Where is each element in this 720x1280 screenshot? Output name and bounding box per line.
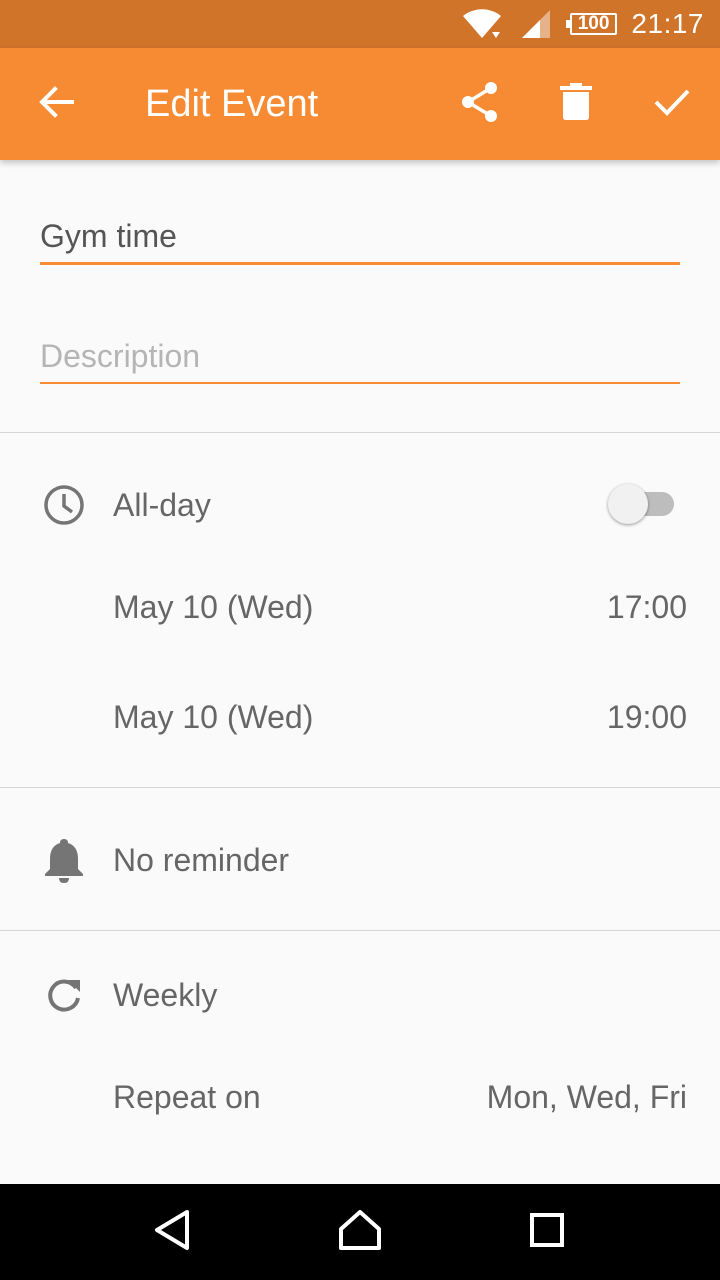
- app-bar: Edit Event: [0, 48, 720, 160]
- back-triangle-icon: [153, 1209, 193, 1256]
- delete-icon: [560, 82, 592, 126]
- back-arrow-icon: [38, 84, 74, 125]
- repeat-on-value[interactable]: Mon, Wed, Fri: [487, 1077, 687, 1117]
- end-time[interactable]: 19:00: [607, 697, 687, 737]
- nav-recents-button[interactable]: [511, 1196, 583, 1268]
- description-input[interactable]: Description: [40, 336, 680, 384]
- cell-signal-icon: [520, 8, 552, 40]
- page-title: Edit Event: [145, 83, 319, 125]
- clock-icon: [40, 481, 88, 529]
- divider: [0, 787, 720, 788]
- nav-home-button[interactable]: [324, 1196, 396, 1268]
- wifi-icon: [462, 8, 502, 40]
- delete-button[interactable]: [548, 76, 604, 132]
- back-button[interactable]: [28, 76, 84, 132]
- repeat-on-label[interactable]: Repeat on: [113, 1077, 261, 1117]
- repeat-frequency[interactable]: Weekly: [113, 975, 217, 1015]
- divider: [0, 930, 720, 931]
- reminder-setting[interactable]: No reminder: [113, 840, 289, 880]
- start-time[interactable]: 17:00: [607, 587, 687, 627]
- share-icon: [460, 81, 500, 128]
- switch-thumb: [608, 484, 648, 524]
- repeat-icon: [40, 971, 88, 1019]
- recents-icon: [529, 1212, 565, 1253]
- share-button[interactable]: [452, 76, 508, 132]
- save-button[interactable]: [644, 76, 700, 132]
- home-icon: [338, 1209, 382, 1256]
- battery-icon: 100: [565, 13, 618, 35]
- event-title-input[interactable]: Gym time: [40, 216, 680, 265]
- battery-level: 100: [565, 13, 618, 35]
- nav-back-button[interactable]: [137, 1196, 209, 1268]
- status-time: 21:17: [631, 8, 704, 39]
- divider: [0, 432, 720, 433]
- check-icon: [653, 87, 691, 122]
- bell-icon: [40, 836, 88, 884]
- status-bar: 100 21:17: [0, 0, 720, 48]
- all-day-label: All-day: [113, 487, 211, 523]
- navigation-bar: [0, 1184, 720, 1280]
- end-date[interactable]: May 10 (Wed): [113, 697, 313, 737]
- start-date[interactable]: May 10 (Wed): [113, 587, 313, 627]
- all-day-switch[interactable]: [608, 484, 676, 524]
